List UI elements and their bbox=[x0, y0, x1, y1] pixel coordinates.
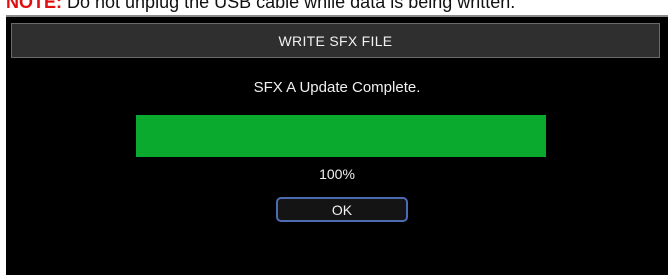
dialog-title: WRITE SFX FILE bbox=[278, 32, 393, 49]
note-message: Do not unplug the USB cable while data i… bbox=[62, 0, 516, 12]
ok-button[interactable]: OK bbox=[276, 197, 408, 222]
note-text: NOTE: Do not unplug the USB cable while … bbox=[6, 0, 515, 11]
dialog-titlebar: WRITE SFX FILE bbox=[11, 23, 660, 58]
note-label: NOTE: bbox=[6, 0, 62, 12]
progress-bar-fill bbox=[136, 115, 546, 157]
progress-percent: 100% bbox=[319, 166, 355, 182]
progress-bar bbox=[136, 115, 546, 157]
write-sfx-dialog: WRITE SFX FILE SFX A Update Complete. 10… bbox=[6, 15, 668, 275]
status-message: SFX A Update Complete. bbox=[253, 79, 421, 96]
